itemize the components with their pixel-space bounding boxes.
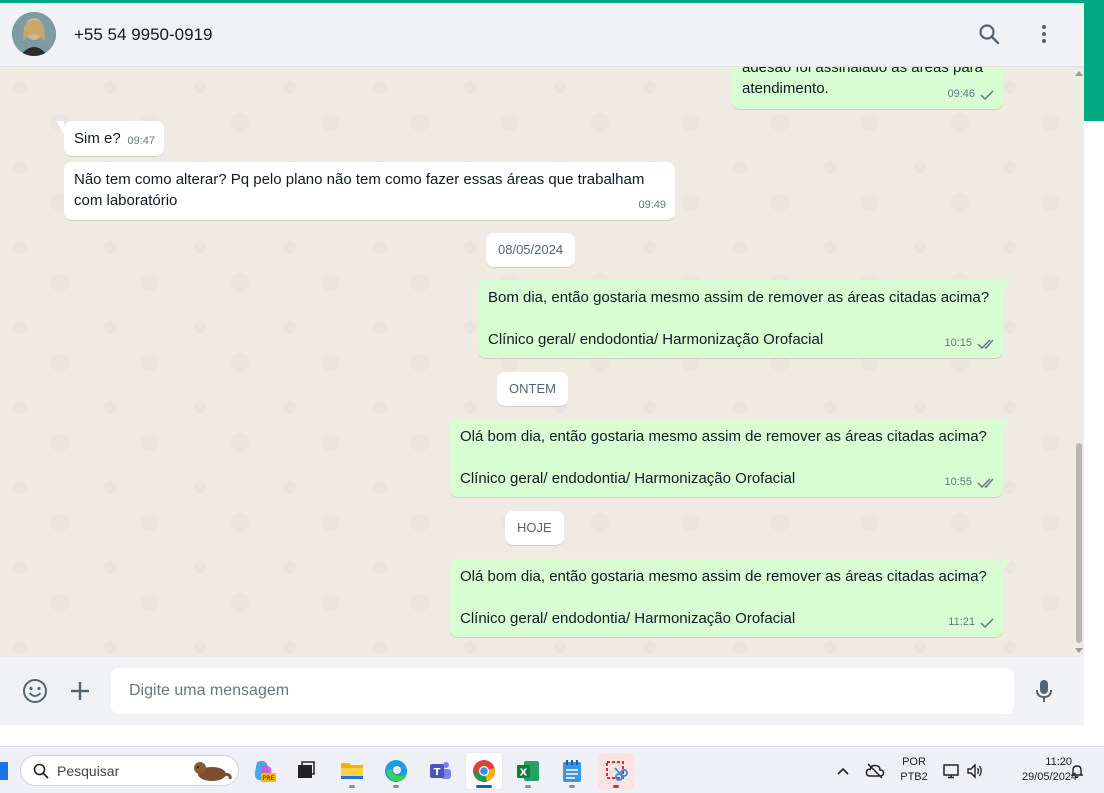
- app-indicator: [525, 785, 531, 788]
- svg-text:T: T: [434, 767, 441, 778]
- notification-bell-icon[interactable]: [1066, 747, 1088, 793]
- message-meta: 09:46: [947, 84, 994, 105]
- task-view-icon[interactable]: [288, 753, 324, 789]
- message-outgoing[interactable]: adesão foi assinalado as áreas para aten…: [732, 67, 1003, 109]
- cloud-offline-icon[interactable]: [864, 747, 886, 793]
- message-composer: [0, 657, 1084, 725]
- date-separator: HOJE: [505, 511, 564, 545]
- message-time: 09:47: [127, 135, 155, 147]
- message-meta: 09:47: [127, 131, 155, 152]
- menu-dots-icon[interactable]: [1029, 19, 1059, 49]
- notepad-icon[interactable]: [554, 753, 590, 789]
- scroll-down-arrow-icon[interactable]: [1075, 648, 1083, 653]
- message-text: Não tem como alterar? Pq pelo plano não …: [74, 171, 645, 209]
- app-indicator: [476, 785, 492, 788]
- bubble-tail: [1003, 559, 1011, 572]
- message-text: Olá bom dia, então gostaria mesmo assim …: [460, 568, 987, 627]
- bubble-tail: [1003, 280, 1011, 293]
- otter-search-highlight-icon: [194, 762, 232, 781]
- message-meta: 10:15: [944, 333, 994, 354]
- message-input[interactable]: [111, 668, 1014, 714]
- keyboard-language[interactable]: POR PTB2: [897, 755, 931, 785]
- scroll-up-arrow-icon[interactable]: [1075, 71, 1083, 76]
- search-icon[interactable]: [974, 19, 1004, 49]
- whatsapp-window: +55 54 9950-0919 adesão foi assinalado a…: [0, 3, 1084, 725]
- chat-scrollbar[interactable]: [1074, 67, 1084, 657]
- start-button[interactable]: [0, 762, 8, 780]
- message-meta: 11:21: [948, 612, 994, 633]
- message-text: Olá bom dia, então gostaria mesmo assim …: [460, 428, 987, 487]
- date-separator: ONTEM: [497, 372, 568, 406]
- taskbar-search[interactable]: Pesquisar: [20, 755, 239, 786]
- chat-header: +55 54 9950-0919: [0, 3, 1084, 67]
- snipping-tool-icon[interactable]: [598, 753, 634, 789]
- app-indicator: [613, 785, 619, 788]
- window-accent-side: [1084, 3, 1104, 121]
- volume-icon[interactable]: [964, 747, 986, 793]
- app-indicator: [393, 785, 399, 788]
- windows-taskbar: Pesquisar PRE T X POR PTB2 11:20 29/05/2…: [0, 746, 1104, 793]
- taskbar-clock[interactable]: 11:20 29/05/2024: [1022, 755, 1078, 785]
- bubble-tail: [56, 121, 64, 134]
- clock-time: 11:20: [1045, 756, 1072, 768]
- teams-icon[interactable]: T: [422, 753, 458, 789]
- message-incoming[interactable]: Sim e? 09:47: [56, 121, 164, 156]
- message-time: 09:46: [947, 88, 975, 100]
- chrome-icon[interactable]: [466, 753, 502, 789]
- taskbar-search-placeholder: Pesquisar: [57, 762, 120, 779]
- message-incoming[interactable]: Não tem como alterar? Pq pelo plano não …: [64, 162, 675, 220]
- message-list[interactable]: adesão foi assinalado as áreas para aten…: [0, 67, 1084, 657]
- message-outgoing[interactable]: Olá bom dia, então gostaria mesmo assim …: [450, 559, 1011, 637]
- svg-text:X: X: [520, 768, 528, 779]
- double-check-icon: [977, 338, 994, 349]
- message-outgoing[interactable]: Bom dia, então gostaria mesmo assim de r…: [478, 280, 1011, 358]
- scroll-thumb[interactable]: [1076, 443, 1082, 643]
- message-time: 11:21: [948, 616, 975, 628]
- contact-name[interactable]: +55 54 9950-0919: [74, 25, 213, 45]
- keyboard-layout: PTB2: [900, 771, 928, 783]
- excel-icon[interactable]: X: [510, 753, 546, 789]
- double-check-icon: [977, 477, 994, 488]
- search-icon: [33, 763, 49, 779]
- copilot-icon[interactable]: PRE: [246, 753, 282, 789]
- date-separator: 08/05/2024: [486, 233, 576, 267]
- message-meta: 09:49: [638, 195, 666, 216]
- tray-overflow-chevron-icon[interactable]: [832, 747, 854, 793]
- attach-plus-icon[interactable]: [65, 676, 95, 706]
- microphone-icon[interactable]: [1029, 676, 1059, 706]
- single-check-icon: [980, 617, 994, 628]
- message-outgoing[interactable]: Olá bom dia, então gostaria mesmo assim …: [450, 419, 1011, 497]
- message-meta: 10:55: [944, 472, 994, 493]
- network-icon[interactable]: [940, 747, 962, 793]
- emoji-icon[interactable]: [20, 676, 50, 706]
- contact-avatar[interactable]: [12, 12, 56, 56]
- edge-icon[interactable]: [378, 753, 414, 789]
- svg-text:PRE: PRE: [263, 775, 275, 782]
- clock-date: 29/05/2024: [1022, 771, 1078, 783]
- window-right-gutter: [1084, 121, 1104, 746]
- language-code: POR: [902, 756, 926, 768]
- message-time: 10:55: [944, 476, 972, 488]
- app-indicator: [349, 785, 355, 788]
- single-check-icon: [980, 89, 994, 100]
- message-time: 10:15: [944, 337, 972, 349]
- file-explorer-icon[interactable]: [334, 753, 370, 789]
- app-indicator: [569, 785, 575, 788]
- message-text: Bom dia, então gostaria mesmo assim de r…: [488, 289, 990, 348]
- bubble-tail: [1003, 419, 1011, 432]
- message-time: 09:49: [638, 199, 666, 211]
